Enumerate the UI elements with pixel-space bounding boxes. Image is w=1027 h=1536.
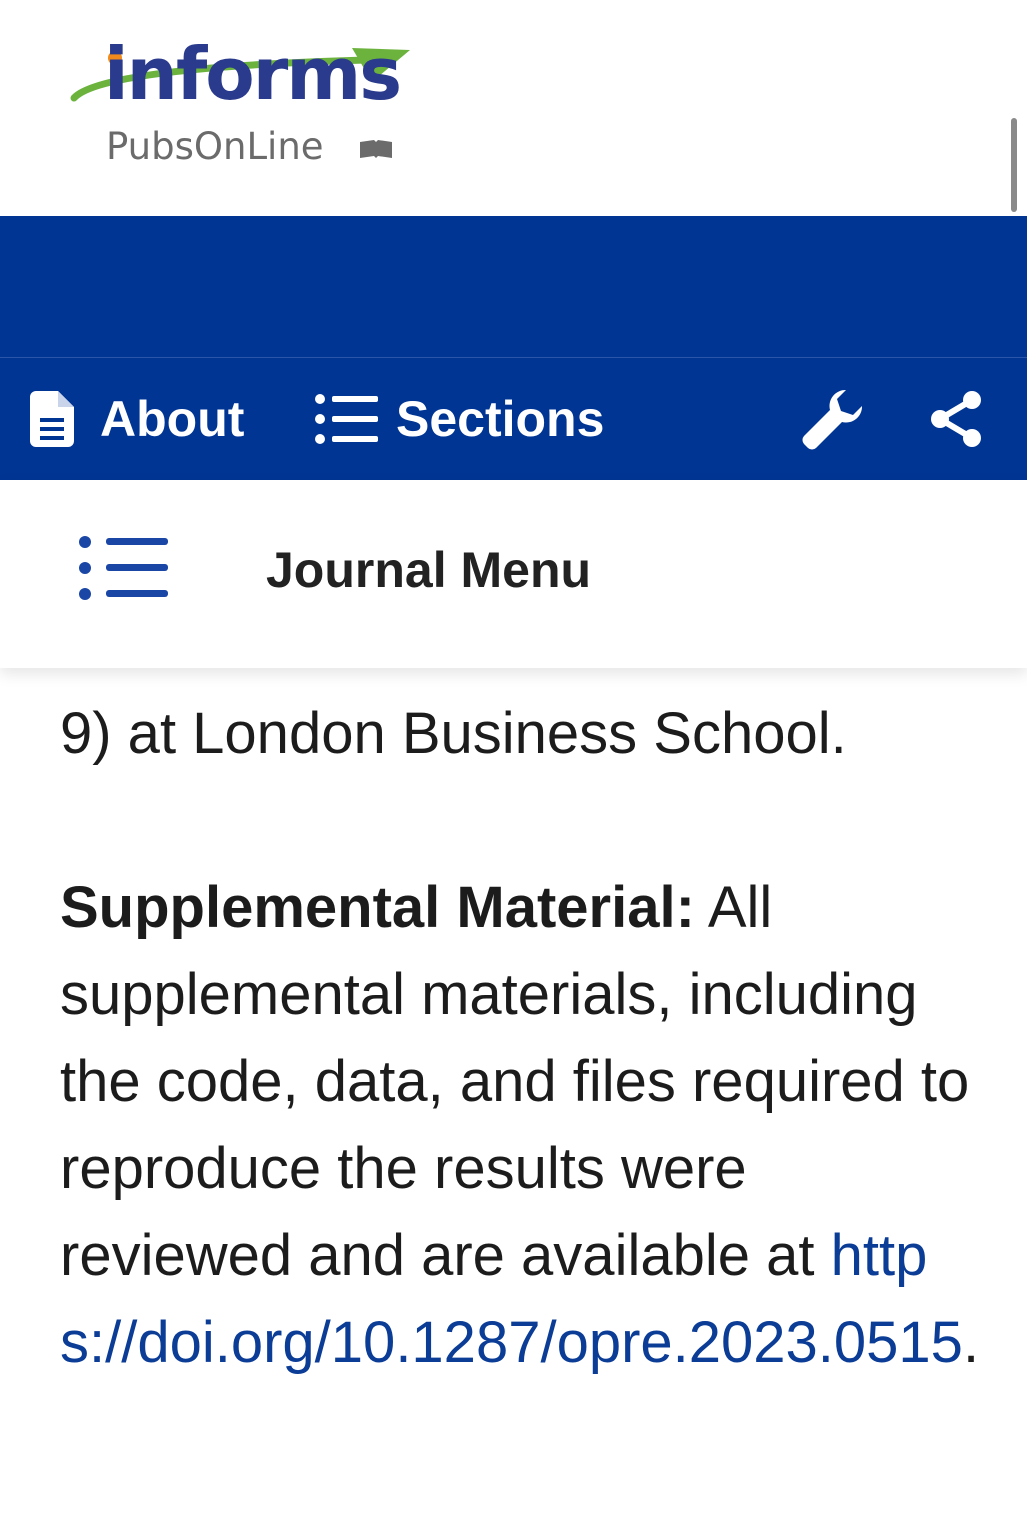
logo-wordmark: informs: [104, 32, 402, 116]
journal-menu-label: Journal Menu: [266, 542, 592, 598]
page: informs PubsOnLine About Sections Journa…: [0, 0, 1027, 1536]
journal-banner: About Sections: [0, 216, 1027, 480]
scrollbar[interactable]: [1011, 118, 1017, 212]
trailing-period: .: [962, 1310, 980, 1375]
journal-menu-button[interactable]: Journal Menu: [0, 480, 1027, 668]
share-button[interactable]: [928, 358, 984, 480]
sections-button[interactable]: Sections: [314, 358, 604, 480]
sections-label: Sections: [396, 391, 605, 447]
affiliation-line-end: 9) at London Business School.: [60, 701, 847, 766]
informs-pubsonline-logo[interactable]: informs PubsOnLine: [66, 36, 426, 176]
about-label: About: [100, 391, 245, 447]
site-header: informs PubsOnLine: [0, 0, 1027, 216]
journal-menu-list-icon: [79, 536, 168, 600]
wrench-icon: [802, 389, 863, 450]
book-icon: [360, 140, 392, 158]
tools-button[interactable]: [800, 358, 866, 480]
supplemental-material-paragraph: Supplemental Material: All supplemental …: [60, 864, 990, 1386]
share-icon: [931, 391, 981, 447]
article-content: 9) at London Business School. Supplement…: [60, 650, 990, 1386]
document-icon: [30, 391, 74, 447]
logo-subtitle: PubsOnLine: [106, 125, 324, 168]
list-icon: [315, 394, 378, 444]
about-button[interactable]: About: [30, 358, 244, 480]
supplemental-heading: Supplemental Material:: [60, 875, 695, 940]
